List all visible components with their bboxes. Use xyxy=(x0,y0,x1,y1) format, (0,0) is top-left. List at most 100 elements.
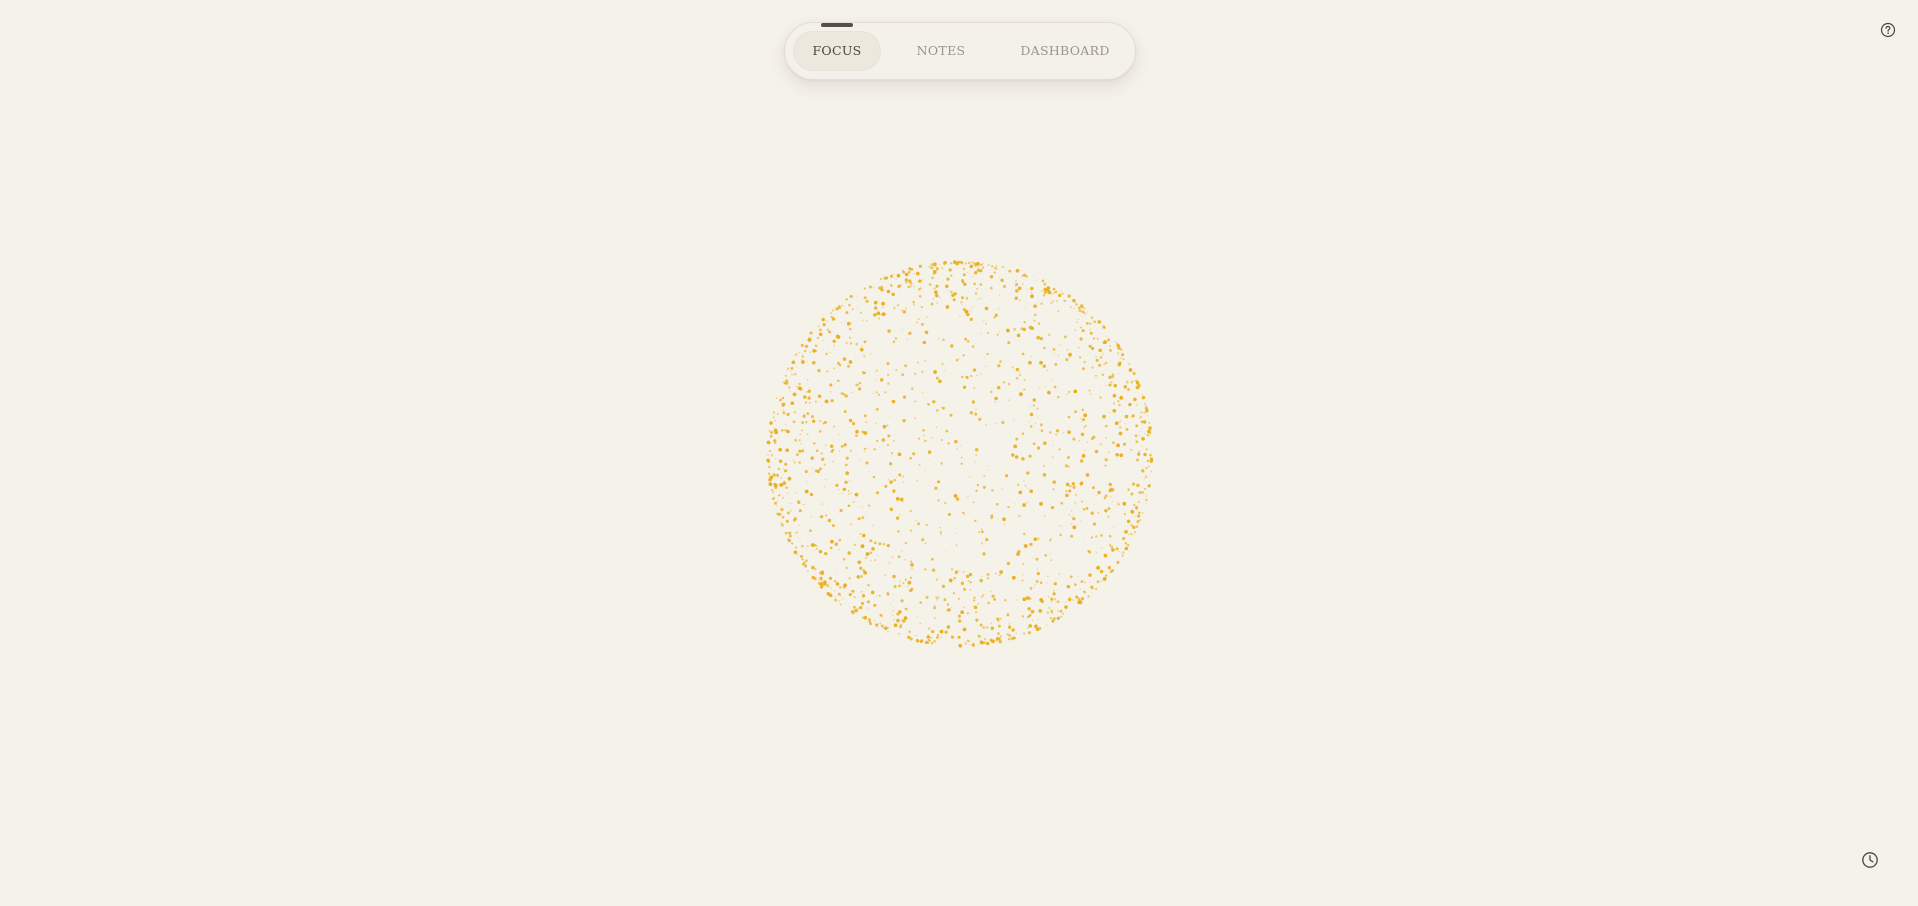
orb-particle xyxy=(978,531,981,534)
orb-particle xyxy=(794,438,797,442)
orb-particle xyxy=(1093,320,1097,324)
orb-particle xyxy=(1096,565,1100,570)
orb-particle xyxy=(1119,347,1121,350)
orb-particle xyxy=(932,298,935,300)
orb-particle xyxy=(899,513,901,516)
orb-particle xyxy=(933,606,936,610)
orb-particle xyxy=(967,340,970,343)
orb-particle xyxy=(875,380,878,382)
orb-particle xyxy=(818,332,823,337)
orb-particle xyxy=(877,393,880,396)
particle-orb-canvas xyxy=(766,260,1154,648)
orb-particle xyxy=(1007,625,1012,629)
orb-particle xyxy=(910,563,914,567)
orb-particle xyxy=(1116,501,1118,504)
orb-particle xyxy=(966,574,970,578)
orb-particle xyxy=(1058,448,1061,451)
orb-particle xyxy=(1108,557,1110,559)
orb-particle xyxy=(976,483,980,487)
particle-orb xyxy=(764,258,1156,650)
orb-particle xyxy=(1007,341,1011,345)
orb-particle xyxy=(1030,355,1033,358)
orb-particle xyxy=(1060,290,1062,292)
orb-particle xyxy=(1110,381,1113,384)
orb-particle xyxy=(849,449,852,452)
orb-particle xyxy=(837,488,840,491)
orb-particle xyxy=(1002,265,1005,268)
orb-particle xyxy=(806,361,809,363)
orb-particle xyxy=(1024,484,1027,487)
orb-particle xyxy=(848,360,853,364)
orb-particle xyxy=(1108,383,1112,387)
orb-particle xyxy=(999,617,1002,620)
orb-particle xyxy=(1040,599,1044,604)
orb-particle xyxy=(816,547,819,550)
orb-particle xyxy=(876,491,880,495)
orb-particle xyxy=(806,545,809,548)
orb-particle xyxy=(843,410,847,414)
orb-particle xyxy=(817,325,820,328)
orb-particle xyxy=(983,474,986,477)
orb-particle xyxy=(943,263,946,266)
orb-particle xyxy=(932,272,936,275)
orb-particle xyxy=(1026,288,1028,291)
orb-particle xyxy=(786,369,789,371)
orb-particle xyxy=(819,515,824,519)
orb-particle xyxy=(907,332,910,335)
orb-particle xyxy=(878,317,881,320)
orb-particle xyxy=(994,572,997,575)
orb-particle xyxy=(1072,437,1076,441)
orb-particle xyxy=(941,267,944,270)
orb-particle xyxy=(1102,577,1107,581)
orb-particle xyxy=(1014,455,1019,459)
orb-particle xyxy=(887,434,891,438)
tab-focus[interactable]: FOCUS xyxy=(793,31,881,71)
orb-particle xyxy=(940,644,942,646)
orb-particle xyxy=(1139,417,1141,419)
orb-particle xyxy=(1056,616,1060,620)
orb-particle xyxy=(1014,285,1016,288)
orb-particle xyxy=(911,567,913,570)
orb-particle xyxy=(1023,480,1025,482)
orb-particle xyxy=(1095,535,1098,538)
orb-particle xyxy=(838,363,842,367)
orb-particle xyxy=(1148,421,1151,424)
orb-particle xyxy=(989,638,993,642)
orb-particle xyxy=(962,267,966,271)
help-button[interactable] xyxy=(1874,16,1902,44)
orb-particle xyxy=(865,556,868,559)
orb-particle xyxy=(847,493,850,496)
orb-particle xyxy=(1052,480,1056,484)
orb-particle xyxy=(1023,544,1028,548)
orb-particle xyxy=(909,588,913,593)
orb-particle xyxy=(1060,615,1063,618)
history-button[interactable] xyxy=(1856,846,1884,874)
orb-particle xyxy=(870,559,872,562)
orb-particle xyxy=(880,624,884,628)
orb-particle xyxy=(1002,381,1006,384)
orb-particle xyxy=(797,553,800,556)
orb-particle xyxy=(914,400,917,403)
tab-notes[interactable]: NOTES xyxy=(893,31,989,71)
orb-particle xyxy=(904,558,906,561)
orb-particle xyxy=(842,487,847,492)
orb-particle xyxy=(944,508,947,510)
orb-particle xyxy=(1099,356,1103,359)
orb-particle xyxy=(861,594,866,598)
orb-particle xyxy=(776,413,779,415)
orb-particle xyxy=(904,607,908,611)
orb-particle xyxy=(902,582,905,585)
orb-particle xyxy=(789,376,791,379)
orb-particle xyxy=(881,615,884,618)
orb-particle xyxy=(829,582,831,584)
tab-dashboard[interactable]: DASHBOARD xyxy=(1001,31,1129,71)
orb-particle xyxy=(891,556,894,558)
orb-particle xyxy=(1111,501,1113,503)
orb-particle xyxy=(863,355,866,358)
orb-particle xyxy=(1029,406,1031,408)
orb-particle xyxy=(967,291,969,293)
orb-particle xyxy=(1046,575,1049,578)
orb-particle xyxy=(888,462,893,466)
orb-particle xyxy=(1080,432,1085,437)
orb-particle xyxy=(847,364,850,368)
